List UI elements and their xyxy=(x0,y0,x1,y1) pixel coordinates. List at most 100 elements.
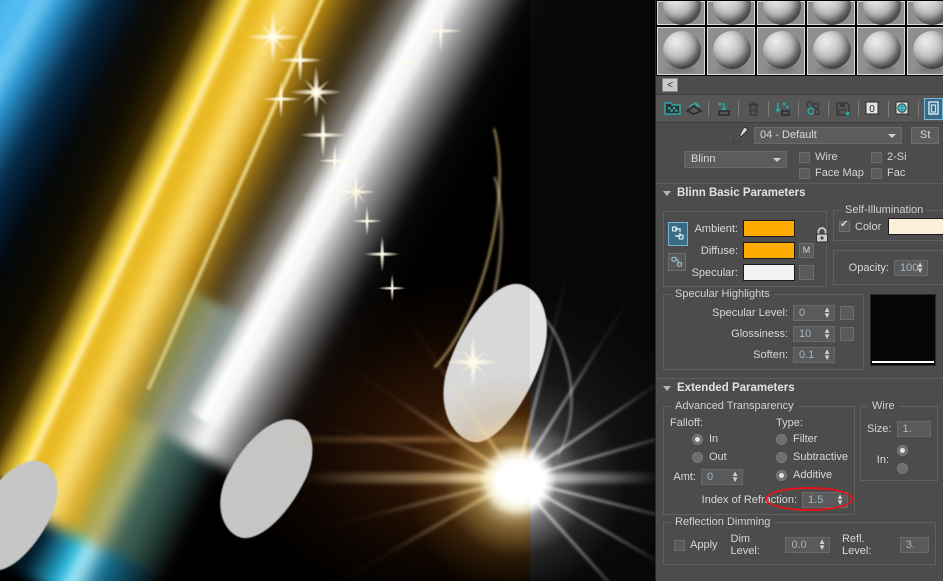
checkbox-faceted[interactable]: Fac xyxy=(871,167,943,179)
checkbox-box[interactable] xyxy=(799,167,810,179)
material-slot[interactable] xyxy=(756,0,806,26)
material-slot[interactable] xyxy=(906,0,943,26)
soften-spinner[interactable]: 0.1 ▲ ▼ xyxy=(793,347,835,363)
shader-dropdown[interactable]: Blinn xyxy=(684,151,787,168)
lock-icon[interactable] xyxy=(814,226,831,246)
radio-button[interactable] xyxy=(897,463,909,474)
dim-level-spinner[interactable]: 0.0 ▲ ▼ xyxy=(785,537,830,553)
shader-value: Blinn xyxy=(691,153,716,165)
spinner-arrows-icon[interactable]: ▲ ▼ xyxy=(731,470,739,484)
spinner-arrows-icon[interactable]: ▲ ▼ xyxy=(836,493,844,507)
material-slot-grid[interactable] xyxy=(656,0,943,76)
shader-checkbox-grid[interactable]: Wire 2-Si Face Map Fac xyxy=(799,151,943,179)
rollout-blinn-basic-parameters[interactable]: Blinn Basic Parameters xyxy=(656,183,943,202)
refl-level-spinner[interactable]: 3. xyxy=(899,537,929,553)
diffuse-label: Diffuse: xyxy=(700,244,738,257)
put-material-to-scene-icon[interactable] xyxy=(684,98,703,120)
material-sphere-icon xyxy=(863,1,901,25)
material-slot[interactable] xyxy=(906,26,943,76)
material-editor-panel[interactable]: < 0 04 - Default St Blinn Wire 2-Si Face… xyxy=(655,0,943,581)
self-illum-color-swatch[interactable] xyxy=(888,218,943,235)
make-material-copy-icon[interactable] xyxy=(774,98,793,120)
ior-spinner[interactable]: 1.5 ▲ ▼ xyxy=(802,492,849,508)
render-viewport[interactable] xyxy=(0,0,655,581)
self-illum-color-checkbox[interactable] xyxy=(839,219,850,232)
chevron-down-icon[interactable] xyxy=(888,133,896,138)
get-material-icon[interactable] xyxy=(663,98,682,120)
radio-button[interactable] xyxy=(692,451,703,463)
material-type-button[interactable]: St xyxy=(911,126,940,144)
material-effects-channel-icon[interactable]: 0 xyxy=(864,98,883,120)
checkbox-box[interactable] xyxy=(871,151,882,163)
material-slot[interactable] xyxy=(706,26,756,76)
falloff-option-in[interactable]: In xyxy=(692,433,768,445)
diffuse-specular-lock-button[interactable] xyxy=(668,253,686,271)
reset-map-material-icon[interactable] xyxy=(744,98,763,120)
triangle-down-icon[interactable] xyxy=(663,385,671,391)
spinner-arrows-icon[interactable]: ▲ ▼ xyxy=(818,538,826,552)
shader-row[interactable]: Blinn Wire 2-Si Face Map Fac xyxy=(656,147,943,183)
show-end-result-icon[interactable] xyxy=(923,97,943,120)
material-name-value: 04 - Default xyxy=(760,128,817,141)
radio-button[interactable] xyxy=(776,433,787,445)
material-slot[interactable] xyxy=(856,26,906,76)
show-shaded-material-in-viewport-icon[interactable] xyxy=(894,98,913,120)
material-slot[interactable] xyxy=(806,0,856,26)
material-name-field[interactable]: 04 - Default xyxy=(754,126,902,144)
specular-map-button[interactable] xyxy=(799,265,814,280)
eyedropper-icon[interactable] xyxy=(731,126,749,144)
put-to-library-icon[interactable] xyxy=(834,98,853,120)
assign-material-to-selection-icon[interactable] xyxy=(714,98,733,120)
material-name-row[interactable]: 04 - Default St xyxy=(656,123,943,147)
make-unique-icon[interactable] xyxy=(804,98,823,120)
collapse-left-button[interactable]: < xyxy=(662,78,678,92)
diffuse-color-swatch[interactable] xyxy=(743,242,795,259)
glossiness-spinner[interactable]: 10 ▲ ▼ xyxy=(793,326,835,342)
type-option-subtractive[interactable]: Subtractive xyxy=(776,451,848,463)
material-slot[interactable] xyxy=(656,0,706,26)
specular-level-map-button[interactable] xyxy=(840,306,854,320)
material-slot-row[interactable] xyxy=(656,0,943,26)
checkbox-wire[interactable]: Wire xyxy=(799,151,871,163)
falloff-option-out[interactable]: Out xyxy=(692,451,768,463)
opacity-spinner[interactable]: 100 ▲ ▼ xyxy=(894,260,928,276)
material-editor-toolbar[interactable]: 0 xyxy=(656,94,943,123)
specular-color-swatch[interactable] xyxy=(743,264,795,281)
apply-checkbox[interactable] xyxy=(674,539,685,551)
radio-button[interactable] xyxy=(897,445,909,456)
material-slot[interactable] xyxy=(856,0,906,26)
checkbox-box[interactable] xyxy=(871,167,882,179)
sparkle-star xyxy=(378,274,406,302)
material-slot-row[interactable] xyxy=(656,26,943,76)
ambient-diffuse-lock-button[interactable] xyxy=(668,222,688,246)
material-slot[interactable] xyxy=(806,26,856,76)
chevron-down-icon[interactable] xyxy=(773,158,781,162)
checkbox-box[interactable] xyxy=(799,151,810,163)
type-option-additive[interactable]: Additive xyxy=(776,469,848,481)
ambient-color-swatch[interactable] xyxy=(743,220,795,237)
spinner-arrows-icon[interactable]: ▲ ▼ xyxy=(823,327,831,341)
checkbox-2-sided[interactable]: 2-Si xyxy=(871,151,943,163)
diffuse-map-button[interactable]: M xyxy=(799,243,814,258)
spinner-arrows-icon[interactable]: ▲ ▼ xyxy=(823,306,831,320)
material-slot[interactable] xyxy=(756,26,806,76)
checkbox-face-map[interactable]: Face Map xyxy=(799,167,871,179)
material-slot[interactable] xyxy=(706,0,756,26)
amt-spinner[interactable]: 0 ▲ ▼ xyxy=(701,469,743,485)
toolbar-separator xyxy=(827,100,829,117)
radio-button[interactable] xyxy=(692,433,703,445)
triangle-down-icon[interactable] xyxy=(663,190,671,196)
amt-value: 0 xyxy=(707,471,714,483)
spinner-arrows-icon[interactable]: ▲ ▼ xyxy=(823,348,831,362)
specular-level-spinner[interactable]: 0 ▲ ▼ xyxy=(793,305,835,321)
radio-button[interactable] xyxy=(776,451,787,463)
material-slot[interactable] xyxy=(656,26,706,76)
diffuse-row: Diffuse: M xyxy=(688,242,814,259)
glossiness-map-button[interactable] xyxy=(840,327,854,341)
radio-button[interactable] xyxy=(776,469,787,481)
wire-size-spinner[interactable]: 1. xyxy=(896,421,931,437)
type-option-filter[interactable]: Filter xyxy=(776,433,848,445)
spinner-arrows-icon[interactable]: ▲ ▼ xyxy=(916,261,924,275)
rollout-extended-parameters[interactable]: Extended Parameters xyxy=(656,378,943,397)
toolbar-separator xyxy=(798,100,799,117)
